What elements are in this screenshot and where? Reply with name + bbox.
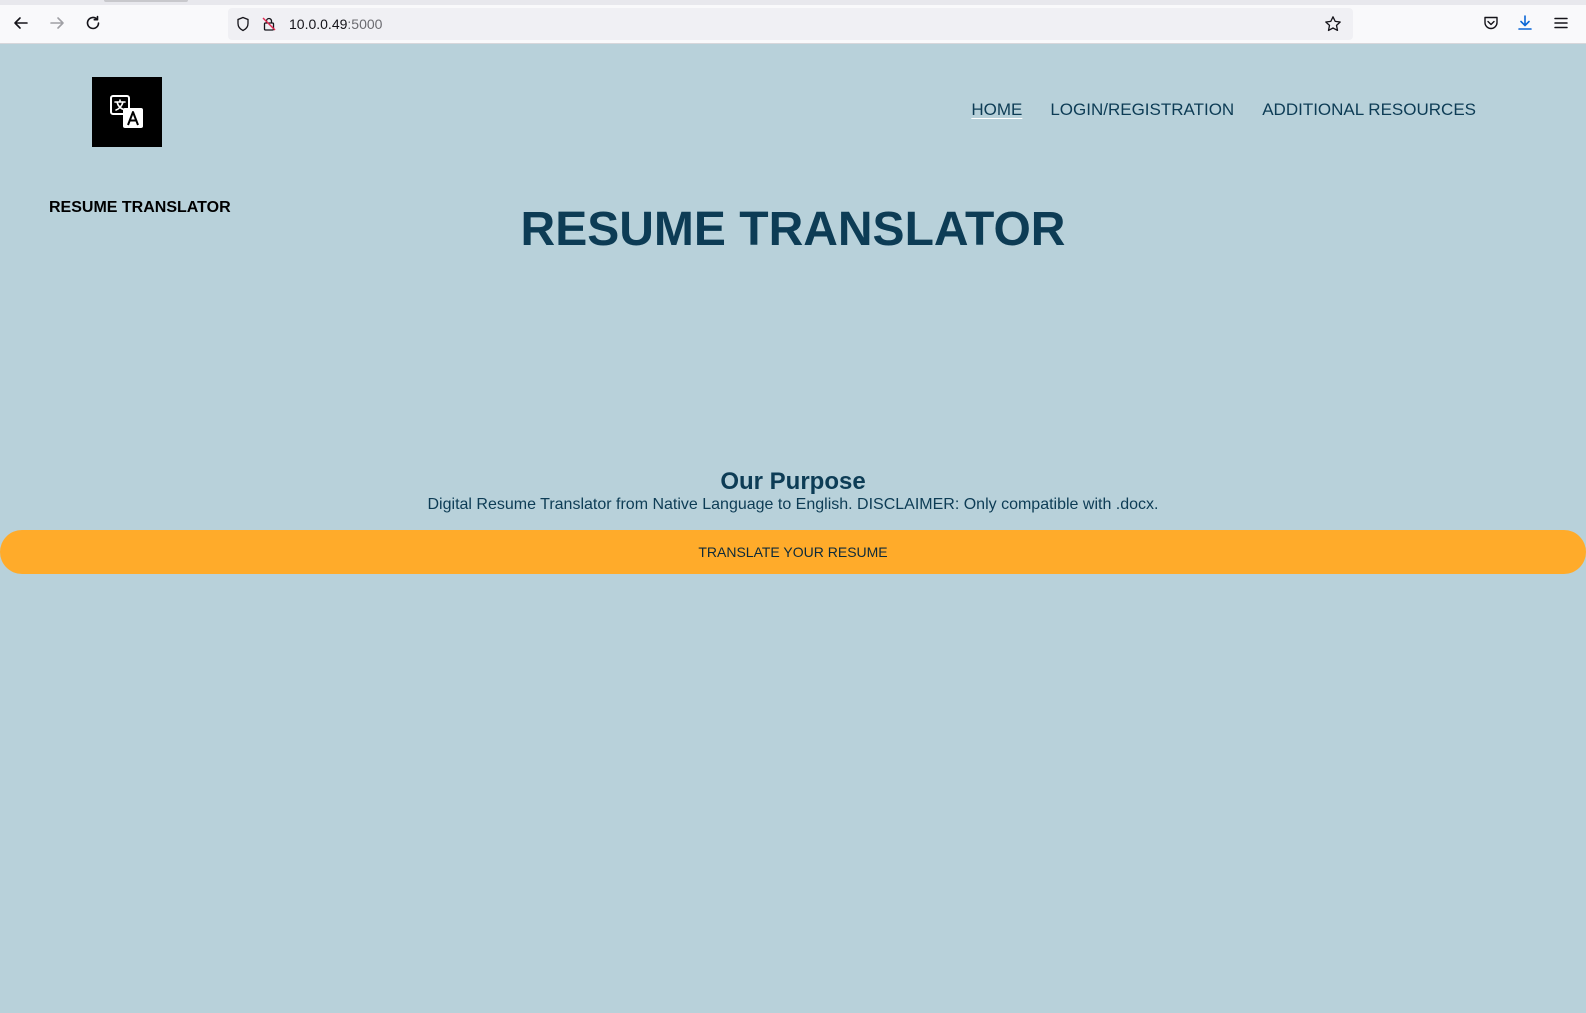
nav-home[interactable]: HOME <box>971 100 1022 120</box>
pocket-icon[interactable] <box>1481 13 1501 33</box>
nav-login-registration[interactable]: LOGIN/REGISTRATION <box>1050 100 1234 120</box>
url-text[interactable]: 10.0.0.49:5000 <box>289 16 382 32</box>
reload-icon <box>86 15 100 30</box>
purpose-heading: Our Purpose <box>720 468 866 495</box>
url-bar[interactable]: 10.0.0.49:5000 <box>228 8 1353 40</box>
tab-strip <box>0 0 1586 5</box>
nav-additional-resources[interactable]: ADDITIONAL RESOURCES <box>1262 100 1476 120</box>
page-title: RESUME TRANSLATOR <box>520 203 1066 256</box>
translate-resume-button[interactable]: TRANSLATE YOUR RESUME <box>0 530 1586 574</box>
star-icon[interactable] <box>1324 15 1342 33</box>
hamburger-menu-icon[interactable] <box>1551 13 1571 33</box>
page-content: HOME LOGIN/REGISTRATION ADDITIONAL RESOU… <box>0 44 1586 1013</box>
active-tab-indicator[interactable] <box>104 0 188 2</box>
translate-icon <box>110 95 143 128</box>
back-button[interactable] <box>10 12 32 34</box>
purpose-description: Digital Resume Translator from Native La… <box>427 496 1159 513</box>
url-port: :5000 <box>347 16 383 32</box>
shield-icon[interactable] <box>234 15 252 33</box>
forward-button[interactable] <box>46 12 68 34</box>
arrow-right-icon <box>50 17 64 29</box>
main-nav: HOME LOGIN/REGISTRATION ADDITIONAL RESOU… <box>971 100 1476 120</box>
url-host: 10.0.0.49 <box>289 16 348 32</box>
insecure-lock-icon[interactable] <box>260 15 278 33</box>
arrow-left-icon <box>14 17 28 29</box>
site-logo[interactable] <box>92 77 162 147</box>
browser-toolbar: 10.0.0.49:5000 <box>0 0 1586 44</box>
download-icon[interactable] <box>1515 13 1535 33</box>
reload-button[interactable] <box>82 12 104 34</box>
